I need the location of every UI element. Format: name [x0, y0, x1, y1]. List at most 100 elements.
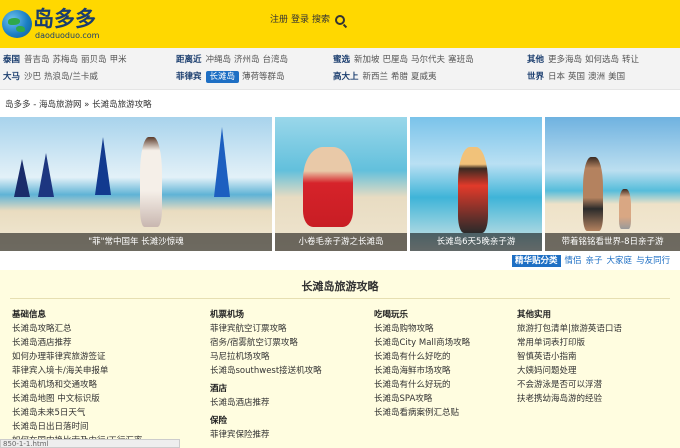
featured-photo-1[interactable]: "菲"常中国年 长滩沙惊魂 — [0, 117, 272, 251]
tag-big-family[interactable]: 大家庭 — [607, 255, 633, 267]
guide-column: 机票机场 菲律宾航空订票攻略 宿务/宿雾航空订票攻略 马尼拉机场攻略 长滩岛southw… — [210, 308, 322, 442]
guide-link[interactable]: 扶老携幼海岛游的经验 — [517, 392, 622, 406]
guide-link[interactable]: 如何办理菲律宾旅游签证 — [12, 350, 142, 364]
tag-family[interactable]: 亲子 — [586, 255, 603, 267]
guide-section-title: 吃喝玩乐 — [374, 310, 409, 320]
guide-link[interactable]: 长滩岛有什么好玩的 — [374, 378, 470, 392]
nav-group-title[interactable]: 大马 — [3, 72, 20, 82]
tag-couples[interactable]: 情侣 — [565, 255, 582, 267]
guide-link[interactable]: 菲律宾保险推荐 — [210, 428, 322, 442]
guide-link[interactable]: 长滩岛SPA攻略 — [374, 392, 470, 406]
register-link[interactable]: 注册 — [270, 14, 288, 26]
tag-friends[interactable]: 与友同行 — [636, 255, 670, 267]
guide-link[interactable]: 长滩岛酒店推荐 — [210, 396, 322, 410]
nav-group-title[interactable]: 蜜选 — [333, 55, 350, 65]
guide-section-title: 其他实用 — [517, 310, 552, 320]
guide-link[interactable]: 常用单词表打印版 — [517, 336, 622, 350]
nav-item[interactable]: 台湾岛 — [263, 55, 289, 65]
nav-item[interactable]: 普吉岛 — [24, 55, 50, 65]
nav-item[interactable]: 长滩岛 — [205, 71, 240, 83]
guide-link[interactable]: 长滩岛未来5日天气 — [12, 406, 142, 420]
nav-item[interactable]: 日本 — [548, 72, 565, 82]
guide-link[interactable]: 菲律宾航空订票攻略 — [210, 322, 322, 336]
nav-group: 世界 日本 英国 澳洲 美国 — [527, 71, 628, 83]
nav-group: 泰国 普吉岛 苏梅岛 丽贝岛 甲米 — [3, 54, 130, 66]
guide-column: 吃喝玩乐长滩岛购物攻略 长滩岛City Mall商场攻略 长滩岛有什么好吃的 长滩岛海… — [374, 308, 470, 420]
breadcrumb[interactable]: 岛多多 - 海岛旅游网 » 长滩岛旅游攻略 — [5, 98, 152, 110]
guide-link[interactable]: 长滩岛海鲜市场攻略 — [374, 364, 470, 378]
site-logo[interactable]: 岛多多 daoduoduo.com — [2, 7, 112, 41]
nav-group: 菲律宾 长滩岛 薄荷等群岛 — [176, 71, 288, 83]
nav-group-title[interactable]: 菲律宾 — [176, 72, 202, 82]
nav-item[interactable]: 巴厘岛 — [383, 55, 409, 65]
nav-item[interactable]: 更多海岛 — [548, 55, 582, 65]
nav-group: 其他 更多海岛 如何选岛 转让 — [527, 54, 642, 66]
featured-photo-4[interactable]: 带着铭铭看世界-8日亲子游 — [545, 117, 680, 251]
guide-link[interactable]: 大姨妈问题处理 — [517, 364, 622, 378]
nav-item[interactable]: 热浪岛/兰卡威 — [44, 72, 98, 82]
nav-item[interactable]: 济州岛 — [234, 55, 260, 65]
guide-link[interactable]: 菲律宾入境卡/海关申报单 — [12, 364, 142, 378]
search-icon[interactable] — [335, 15, 346, 25]
guide-link[interactable]: 不会游泳是否可以浮潜 — [517, 378, 622, 392]
guide-link[interactable]: 长滩岛City Mall商场攻略 — [374, 336, 470, 350]
nav-group: 高大上 新西兰 希腊 夏威夷 — [333, 71, 440, 83]
nav-item[interactable]: 转让 — [622, 55, 639, 65]
nav-item[interactable]: 美国 — [608, 72, 625, 82]
guide-column: 基础信息长滩岛攻略汇总 长滩岛酒店推荐 如何办理菲律宾旅游签证 菲律宾入境卡/海关申报… — [12, 308, 142, 448]
nav-group-title[interactable]: 高大上 — [333, 72, 359, 82]
photo-caption[interactable]: 带着铭铭看世界-8日亲子游 — [545, 233, 680, 251]
guide-link[interactable]: 长滩岛酒店推荐 — [12, 336, 142, 350]
category-tags: 精华贴分类 情侣 亲子 大家庭 与友同行 — [512, 255, 670, 267]
guide-link[interactable]: 长滩岛有什么好吃的 — [374, 350, 470, 364]
nav-item[interactable]: 沙巴 — [24, 72, 41, 82]
logo-subtitle: daoduoduo.com — [35, 31, 100, 40]
nav-item[interactable]: 冲绳岛 — [206, 55, 232, 65]
nav-item[interactable]: 苏梅岛 — [53, 55, 79, 65]
guide-section-title: 酒店 — [210, 384, 228, 394]
featured-photo-3[interactable]: 长滩岛6天5晚亲子游 — [410, 117, 542, 251]
nav-group-title[interactable]: 泰国 — [3, 55, 20, 65]
tag-featured[interactable]: 精华贴分类 — [512, 255, 561, 267]
guide-link[interactable]: 长滩岛攻略汇总 — [12, 322, 142, 336]
guide-link[interactable]: 长滩岛购物攻略 — [374, 322, 470, 336]
guide-link[interactable]: 长滩岛机场和交通攻略 — [12, 378, 142, 392]
login-link[interactable]: 登录 — [291, 14, 309, 26]
guide-section: 长滩岛旅游攻略 基础信息 长滩岛攻略汇总 长滩岛酒店推荐 如何办理菲律宾旅游签证 菲律宾… — [0, 270, 680, 448]
guide-link[interactable]: 长滩岛地图 中文标识版 — [12, 392, 142, 406]
featured-photo-2[interactable]: 小卷毛亲子游之长滩岛 — [275, 117, 407, 251]
photo-caption[interactable]: "菲"常中国年 长滩沙惊魂 — [0, 233, 272, 251]
sailboat-graphic — [38, 153, 54, 197]
nav-item[interactable]: 英国 — [568, 72, 585, 82]
nav-group-title[interactable]: 其他 — [527, 55, 544, 65]
nav-item[interactable]: 夏威夷 — [411, 72, 437, 82]
guide-section-title: 基础信息 — [12, 310, 47, 320]
nav-item[interactable]: 如何选岛 — [585, 55, 619, 65]
nav-item[interactable]: 甲米 — [110, 55, 127, 65]
nav-item[interactable]: 希腊 — [391, 72, 408, 82]
nav-item[interactable]: 丽贝岛 — [81, 55, 107, 65]
guide-link[interactable]: 长滩岛日出日落时间 — [12, 420, 142, 434]
guide-link[interactable]: 长滩岛southwest接送机攻略 — [210, 364, 322, 378]
photo-caption[interactable]: 长滩岛6天5晚亲子游 — [410, 233, 542, 251]
guide-link[interactable]: 宿务/宿雾航空订票攻略 — [210, 336, 322, 350]
guide-link[interactable]: 旅游打包清单|旅游英语口语 — [517, 322, 622, 336]
nav-item[interactable]: 塞班岛 — [448, 55, 474, 65]
nav-item[interactable]: 新西兰 — [363, 72, 389, 82]
search-link[interactable]: 搜索 — [312, 14, 330, 26]
nav-item[interactable]: 新加坡 — [354, 55, 380, 65]
guide-link[interactable]: 马尼拉机场攻略 — [210, 350, 322, 364]
nav-item[interactable]: 马尔代夫 — [411, 55, 445, 65]
sailboat-graphic — [95, 137, 111, 195]
nav-item[interactable]: 薄荷等群岛 — [242, 72, 285, 82]
logo-title: 岛多多 — [33, 7, 96, 31]
nav-group-title[interactable]: 世界 — [527, 72, 544, 82]
guide-link[interactable]: 长滩岛看病案例汇总贴 — [374, 406, 470, 420]
guide-title: 长滩岛旅游攻略 — [301, 280, 379, 293]
guide-link[interactable]: 智慎英语小指南 — [517, 350, 622, 364]
nav-group-title[interactable]: 距离近 — [176, 55, 202, 65]
nav-item[interactable]: 澳洲 — [588, 72, 605, 82]
guide-column: 其他实用旅游打包清单|旅游英语口语 常用单词表打印版 智慎英语小指南 大姨妈问题处理不… — [517, 308, 622, 406]
photo-caption[interactable]: 小卷毛亲子游之长滩岛 — [275, 233, 407, 251]
header-links: 注册 登录 搜索 — [270, 14, 346, 26]
